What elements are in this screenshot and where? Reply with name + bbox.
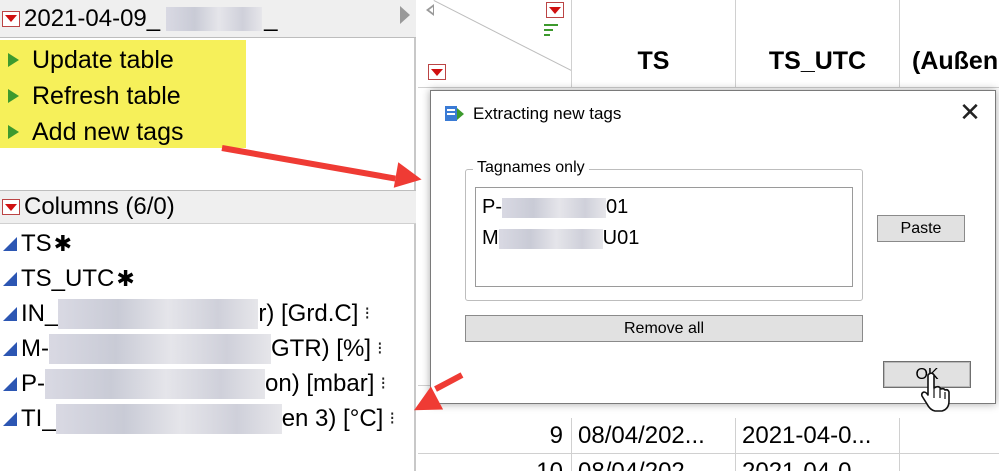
columns-count-label: Columns (6/0) <box>24 193 175 220</box>
column-item-ts[interactable]: TS ✱ <box>0 226 416 261</box>
table-scripts-list: Update table Refresh table Add new tags <box>0 40 246 148</box>
tag-prefix: P- <box>482 196 502 218</box>
continuous-column-icon <box>3 236 17 251</box>
tag-suffix: 01 <box>606 196 629 218</box>
dialog-title-bar[interactable]: Extracting new tags ✕ <box>431 91 995 137</box>
continuous-column-icon <box>3 306 17 321</box>
redacted-text <box>58 298 259 329</box>
rows-red-triangle-icon[interactable] <box>428 64 446 80</box>
jmp-script-icon <box>445 106 464 121</box>
continuous-column-icon <box>3 411 17 426</box>
script-label: Add new tags <box>32 117 184 146</box>
table-cell[interactable]: 08/04/202 <box>572 454 736 471</box>
column-item-m[interactable]: M- GTR) [%] ⁝ <box>0 331 416 366</box>
list-item[interactable]: P- 01 <box>482 192 852 223</box>
group-label: Tagnames only <box>473 159 589 177</box>
table-title-bar: 2021-04-09_ _ <box>0 0 416 38</box>
remove-all-button[interactable]: Remove all <box>465 315 863 342</box>
column-header-ts-utc[interactable]: TS_UTC <box>736 0 900 88</box>
table-title-suffix: _ <box>264 4 278 32</box>
redacted-text <box>502 197 606 218</box>
row-number[interactable]: 9 <box>418 418 572 454</box>
annotation-arrowhead <box>393 162 424 193</box>
column-properties-icon[interactable]: ⁝ <box>380 373 386 394</box>
script-label: Update table <box>32 45 174 74</box>
script-label: Refresh table <box>32 81 181 110</box>
redacted-text <box>166 6 263 31</box>
close-icon[interactable]: ✕ <box>957 99 983 126</box>
list-item[interactable]: M U01 <box>482 223 852 254</box>
redacted-text <box>48 333 271 364</box>
hand-pointer-icon <box>920 372 950 412</box>
column-name-suffix: on) [mbar] <box>265 369 375 397</box>
script-add-new-tags[interactable]: Add new tags <box>0 114 246 150</box>
column-name-prefix: M- <box>21 334 49 362</box>
columns-menu-red-triangle-icon[interactable] <box>2 199 20 215</box>
column-name-prefix: TI_ <box>21 404 56 432</box>
column-item-p[interactable]: P- on) [mbar] ⁝ <box>0 366 416 401</box>
column-header-ts[interactable]: TS <box>572 0 736 88</box>
script-refresh-table[interactable]: Refresh table <box>0 78 246 114</box>
tag-prefix: M <box>482 227 499 249</box>
column-properties-icon[interactable]: ⁝ <box>389 408 395 429</box>
columns-red-triangle-icon[interactable] <box>546 2 564 18</box>
continuous-column-icon <box>3 341 17 356</box>
column-properties-icon[interactable]: ⁝ <box>377 338 383 359</box>
column-name-prefix: IN_ <box>21 299 59 327</box>
table-cell[interactable] <box>900 418 999 454</box>
row-number[interactable]: 10 <box>418 454 572 471</box>
run-script-icon <box>8 53 19 67</box>
column-item-ts-utc[interactable]: TS_UTC ✱ <box>0 261 416 296</box>
dialog-title: Extracting new tags <box>473 104 622 123</box>
paste-button[interactable]: Paste <box>877 215 965 242</box>
column-name-suffix: r) [Grd.C] <box>258 299 359 327</box>
column-header-third[interactable]: (Außen <box>900 0 999 88</box>
formula-star-icon: ✱ <box>116 265 135 291</box>
table-cell[interactable] <box>900 454 999 471</box>
columns-panel-header: Columns (6/0) <box>0 190 416 224</box>
columns-list: TS ✱ TS_UTC ✱ IN_ r) [Grd.C] ⁝ M- GTR) [… <box>0 226 416 436</box>
redacted-text <box>45 368 265 399</box>
continuous-column-icon <box>3 376 17 391</box>
run-script-icon <box>8 125 19 139</box>
redacted-text <box>55 403 282 434</box>
redacted-text <box>498 228 603 249</box>
tag-suffix: U01 <box>602 227 640 249</box>
continuous-column-icon <box>3 271 17 286</box>
column-name-suffix: en 3) [°C] <box>281 404 384 432</box>
extracting-new-tags-dialog: Extracting new tags ✕ Tagnames only P- 0… <box>430 90 996 404</box>
table-cell[interactable]: 2021-04-0... <box>736 418 900 454</box>
table-title: 2021-04-09_ <box>24 4 161 32</box>
table-cell[interactable]: 2021-04-0 <box>736 454 900 471</box>
grid-corner <box>418 0 572 88</box>
column-properties-icon[interactable]: ⁝ <box>364 303 370 324</box>
column-item-in[interactable]: IN_ r) [Grd.C] ⁝ <box>0 296 416 331</box>
column-item-ti[interactable]: TI_ en 3) [°C] ⁝ <box>0 401 416 436</box>
run-script-icon <box>8 89 19 103</box>
table-cell[interactable]: 08/04/202... <box>572 418 736 454</box>
left-panel: 2021-04-09_ _ Update table Refresh table… <box>0 0 416 471</box>
column-name-prefix: P- <box>21 369 45 397</box>
column-name-suffix: GTR) [%] <box>270 334 371 362</box>
column-selection-icon[interactable] <box>544 24 558 40</box>
tagnames-listbox[interactable]: P- 01 M U01 <box>475 187 853 287</box>
column-name: TS_UTC <box>21 264 115 292</box>
script-update-table[interactable]: Update table <box>0 42 246 78</box>
table-menu-red-triangle-icon[interactable] <box>2 10 20 27</box>
formula-star-icon: ✱ <box>53 230 73 256</box>
collapse-panel-icon[interactable] <box>400 6 410 24</box>
column-name: TS <box>21 229 52 257</box>
